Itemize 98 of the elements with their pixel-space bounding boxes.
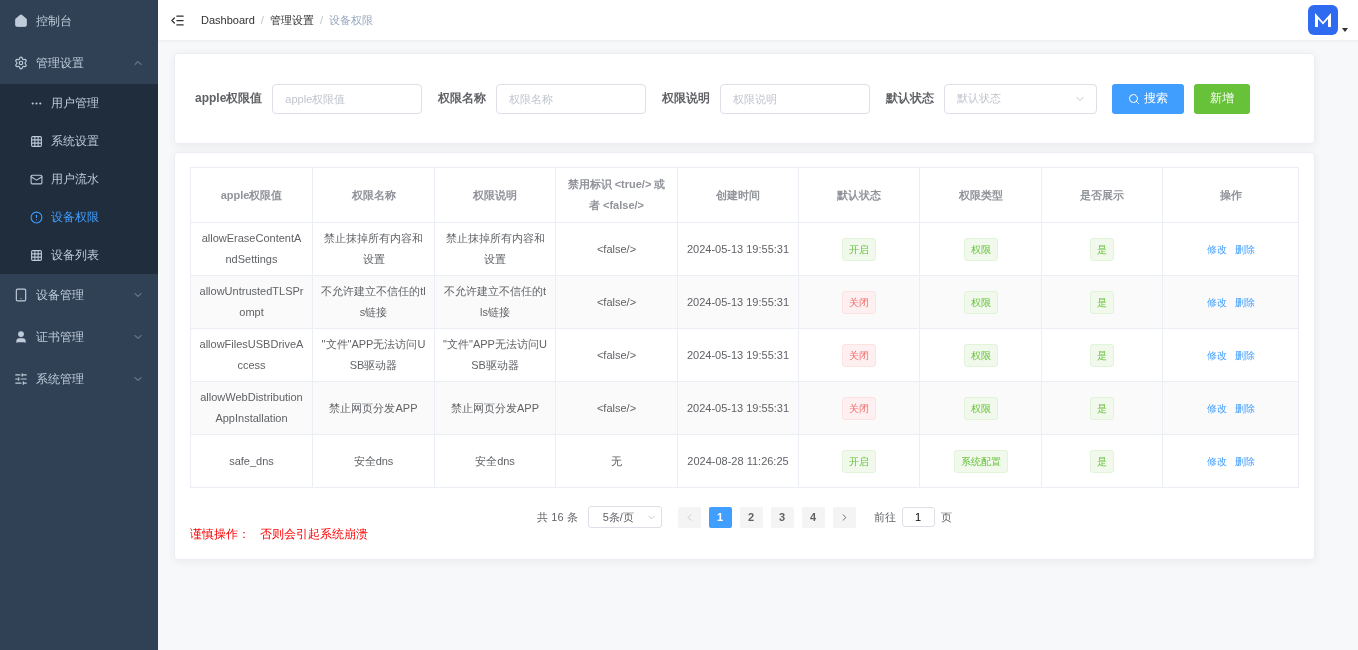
column-header: 权限说明 [434, 167, 556, 223]
page-button[interactable]: 3 [770, 506, 794, 528]
logo-icon[interactable] [1308, 5, 1338, 35]
table-cell: allowFilesUSBDriveAccess [190, 328, 313, 382]
total-count: 共 16 条 [537, 509, 578, 525]
edit-link[interactable]: 修改 [1206, 402, 1227, 414]
table-cell: 2024-05-13 19:55:31 [677, 222, 799, 276]
type-tag: 权限 [963, 290, 998, 314]
table-cell: <false/> [555, 275, 678, 329]
warning-text: 否则会引起系统崩溃 [260, 526, 368, 543]
user-icon [14, 330, 28, 344]
page-size-select[interactable]: 5条/页 [587, 506, 662, 528]
table-cell: 安全dns [312, 434, 435, 488]
field-label: apple权限值 [195, 90, 263, 107]
table-cell: 无 [555, 434, 678, 488]
field-label: 默认状态 [886, 90, 935, 107]
status-tag: 开启 [842, 237, 876, 261]
table-cell: 不允许建立不信任的tls链接 [434, 275, 556, 329]
table-cell: allowWebDistributionAppInstallation [190, 381, 313, 435]
sidebar-item[interactable]: 控制台 [0, 0, 158, 42]
table-cell: 禁止网页分发APP [312, 381, 435, 435]
status-tag: 关闭 [842, 290, 876, 314]
delete-link[interactable]: 删除 [1234, 455, 1255, 467]
table-cell: 2024-05-13 19:55:31 [677, 381, 799, 435]
type-tag: 系统配置 [953, 449, 1008, 473]
column-header: apple权限值 [190, 167, 313, 223]
grid-icon [30, 248, 43, 262]
table-cell: 禁止抹掉所有内容和设置 [434, 222, 556, 276]
page-button[interactable]: 4 [801, 506, 825, 528]
warning-label: 谨慎操作： [190, 526, 250, 543]
table-cell: allowUntrustedTLSPrompt [190, 275, 313, 329]
table-cell: 2024-05-13 19:55:31 [677, 328, 799, 382]
column-header: 权限名称 [312, 167, 435, 223]
info-icon [30, 210, 43, 224]
table-cell: 不允许建立不信任的tls链接 [312, 275, 435, 329]
grid-icon [30, 134, 43, 148]
column-header: 创建时间 [677, 167, 799, 223]
column-header: 是否展示 [1041, 167, 1163, 223]
delete-link[interactable]: 删除 [1234, 402, 1255, 414]
goto-label: 前往 [873, 509, 896, 525]
shown-tag: 是 [1090, 237, 1114, 261]
table-cell: <false/> [555, 222, 678, 276]
delete-link[interactable]: 删除 [1234, 296, 1255, 308]
page-input[interactable]: 1 [901, 507, 935, 527]
sidebar-item[interactable]: 管理设置 [0, 42, 158, 84]
settings-icon [14, 56, 28, 70]
table-cell: 禁止抹掉所有内容和设置 [312, 222, 435, 276]
tablet-icon [14, 288, 28, 302]
table-cell: "文件"APP无法访问USB驱动器 [312, 328, 435, 382]
shown-tag: 是 [1090, 343, 1114, 367]
delete-link[interactable]: 删除 [1234, 243, 1255, 255]
breadcrumb-item[interactable]: 管理设置 [269, 12, 314, 28]
input-field[interactable]: apple权限值 [272, 83, 423, 114]
breadcrumb-item[interactable]: Dashboard [201, 14, 255, 26]
page-suffix: 页 [940, 509, 952, 525]
type-tag: 权限 [963, 237, 998, 261]
edit-link[interactable]: 修改 [1206, 296, 1227, 308]
table-cell: "文件"APP无法访问USB驱动器 [434, 328, 556, 382]
table-cell: 安全dns [434, 434, 556, 488]
table-cell: 禁止网页分发APP [434, 381, 556, 435]
table-cell: <false/> [555, 328, 678, 382]
menu-toggle-icon[interactable] [170, 12, 185, 28]
delete-link[interactable]: 删除 [1234, 349, 1255, 361]
type-tag: 权限 [963, 396, 998, 420]
sliders-icon [14, 372, 28, 386]
table-cell: allowEraseContentAndSettings [190, 222, 313, 276]
table-cell: safe_dns [190, 434, 313, 488]
edit-link[interactable]: 修改 [1206, 243, 1227, 255]
column-header: 禁用标识 <true/> 或者 <false/> [555, 167, 678, 223]
shown-tag: 是 [1090, 396, 1114, 420]
column-header: 操作 [1162, 167, 1299, 223]
breadcrumb-separator: / [260, 14, 264, 26]
status-tag: 关闭 [842, 343, 876, 367]
home-icon [14, 14, 28, 28]
shown-tag: 是 [1090, 290, 1114, 314]
breadcrumb-item: 设备权限 [328, 12, 373, 28]
column-header: 权限类型 [919, 167, 1042, 223]
table-cell: 2024-05-13 19:55:31 [677, 275, 799, 329]
breadcrumb-separator: / [319, 14, 323, 26]
type-tag: 权限 [963, 343, 998, 367]
search-icon [1128, 92, 1141, 105]
shown-tag: 是 [1090, 449, 1114, 473]
field-label: 权限名称 [438, 90, 487, 107]
sidebar-item[interactable]: 证书管理 [0, 316, 158, 358]
sidebar-item[interactable]: 设备管理 [0, 274, 158, 316]
field-label: 权限说明 [662, 90, 711, 107]
edit-link[interactable]: 修改 [1206, 349, 1227, 361]
mail-icon [30, 172, 43, 186]
status-tag: 关闭 [842, 396, 876, 420]
edit-link[interactable]: 修改 [1206, 455, 1227, 467]
page-button[interactable]: 2 [739, 506, 763, 528]
sidebar-item[interactable]: 系统管理 [0, 358, 158, 400]
table-cell: <false/> [555, 381, 678, 435]
status-tag: 开启 [842, 449, 876, 473]
column-header: 默认状态 [798, 167, 920, 223]
caret-icon[interactable] [1342, 28, 1348, 32]
input-field[interactable]: 权限名称 [496, 83, 647, 114]
table-cell: 2024-08-28 11:26:25 [677, 434, 799, 488]
